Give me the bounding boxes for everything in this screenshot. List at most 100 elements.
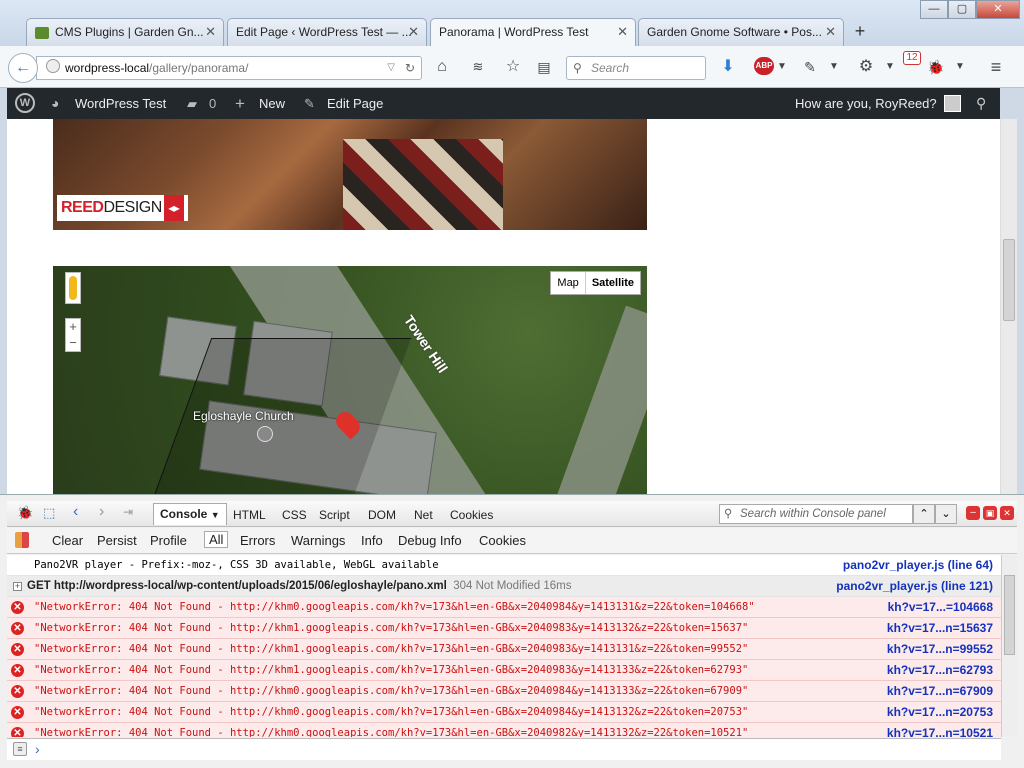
rss-feed-icon[interactable]: ≋ (468, 54, 488, 80)
back-icon[interactable]: ‹ (73, 503, 78, 521)
tab-html[interactable]: HTML (233, 507, 266, 523)
maximize-button[interactable]: ▢ (948, 0, 976, 19)
gear-icon[interactable]: ⚙ (856, 54, 876, 80)
close-tab-icon[interactable]: ✕ (205, 19, 216, 45)
edit-page-link[interactable]: Edit Page (327, 88, 383, 119)
reload-icon[interactable]: ↻ (405, 57, 415, 79)
source-link[interactable]: kh?v=17...n=10521 (887, 723, 993, 737)
source-link[interactable]: kh?v=17...n=62793 (887, 660, 993, 681)
pegman-icon[interactable] (65, 272, 81, 304)
url-bar[interactable]: wordpress-local/gallery/panorama/ ▽ ↻ (36, 56, 422, 80)
filter-debug-info[interactable]: Debug Info (398, 533, 462, 548)
command-line-input[interactable]: ≡ › (7, 738, 1001, 760)
console-search-input[interactable]: ⚲ Search within Console panel (719, 504, 913, 524)
firebug-icon[interactable]: 🐞 (926, 54, 946, 80)
profile-button[interactable]: Profile (150, 533, 187, 548)
chevron-down-icon[interactable]: ⌄ (935, 504, 957, 524)
close-tab-icon[interactable]: ✕ (617, 19, 628, 45)
tab-dom[interactable]: DOM (368, 507, 396, 523)
eyedropper-icon[interactable]: ✎ (800, 54, 820, 80)
clear-console-icon[interactable] (15, 532, 29, 548)
wordpress-logo-icon[interactable]: W (15, 93, 35, 113)
comment-count[interactable]: 0 (209, 88, 216, 119)
tab-garden-gnome[interactable]: Garden Gnome Software • Pos... ✕ (638, 18, 844, 46)
reading-list-icon[interactable]: ▤ (534, 54, 554, 80)
church-marker-icon[interactable] (257, 426, 273, 442)
tab-edit-page[interactable]: Edit Page ‹ WordPress Test — ... ✕ (227, 18, 427, 46)
source-link[interactable]: pano2vr_player.js (line 64) (843, 555, 993, 576)
filter-cookies[interactable]: Cookies (479, 533, 526, 548)
dropdown-arrow-icon[interactable]: ▽ (387, 57, 395, 79)
inspect-icon[interactable]: ⬚ (43, 505, 55, 521)
filter-info[interactable]: Info (361, 533, 383, 548)
chevron-down-icon[interactable]: ▼ (828, 54, 840, 80)
log-message: Pano2VR player - Prefix:-moz-, CSS 3D av… (34, 559, 439, 571)
zoom-out-button[interactable]: − (66, 335, 80, 351)
source-link[interactable]: kh?v=17...n=20753 (887, 702, 993, 723)
bookmark-star-icon[interactable]: ☆ (503, 54, 523, 80)
filter-warnings[interactable]: Warnings (291, 533, 345, 548)
new-content-link[interactable]: New (259, 88, 285, 119)
download-icon[interactable]: ⬇ (718, 54, 738, 80)
chevron-down-icon[interactable]: ▼ (776, 54, 788, 80)
map-type-control: Map Satellite (550, 271, 641, 295)
clear-button[interactable]: Clear (52, 533, 83, 548)
source-link[interactable]: kh?v=17...n=99552 (887, 639, 993, 660)
filter-all[interactable]: All (204, 531, 229, 548)
close-tab-icon[interactable]: ✕ (408, 19, 419, 45)
source-link[interactable]: kh?v=17...=104668 (888, 597, 993, 618)
source-link[interactable]: pano2vr_player.js (line 121) (836, 576, 993, 597)
filter-errors[interactable]: Errors (240, 533, 275, 548)
tab-console[interactable]: Console ▼ (153, 503, 227, 525)
console-scrollbar[interactable] (1001, 555, 1017, 737)
minimize-firebug-icon[interactable]: – (966, 506, 980, 520)
multiline-icon[interactable]: ⇥ (123, 505, 133, 519)
user-greeting[interactable]: How are you, RoyReed? (795, 88, 937, 119)
tab-net[interactable]: Net (414, 507, 433, 523)
command-editor-icon[interactable]: ≡ (13, 742, 27, 756)
search-input[interactable]: ⚲ Search (566, 56, 706, 80)
request-status: 304 Not Modified 16ms (453, 580, 572, 592)
new-tab-button[interactable]: + (848, 18, 872, 44)
source-link[interactable]: kh?v=17...n=67909 (887, 681, 993, 702)
avatar[interactable] (944, 95, 961, 112)
persist-button[interactable]: Persist (97, 533, 137, 548)
close-window-button[interactable]: ✕ (976, 0, 1020, 19)
tab-cms-plugins[interactable]: CMS Plugins | Garden Gn... ✕ (26, 18, 224, 46)
search-icon[interactable]: ⚲ (976, 88, 986, 119)
expand-icon[interactable]: + (13, 582, 22, 591)
google-map[interactable]: Tower Hill Egloshayle Church + − Map Sat… (53, 266, 647, 494)
tab-css[interactable]: CSS (282, 507, 307, 523)
log-row-error: ✕ "NetworkError: 404 Not Found - http://k… (7, 723, 1001, 737)
minimize-button[interactable]: — (920, 0, 948, 19)
tab-panorama[interactable]: Panorama | WordPress Test ✕ (430, 18, 636, 47)
home-icon[interactable]: ⌂ (432, 54, 452, 80)
site-name-link[interactable]: WordPress Test (75, 88, 166, 119)
source-link[interactable]: kh?v=17...n=15637 (887, 618, 993, 639)
log-row-get[interactable]: + GET http://wordpress-local/wp-content/… (7, 576, 1001, 597)
logo-design-text: DESIGN (103, 199, 162, 216)
forward-icon[interactable]: › (99, 503, 104, 521)
map-button[interactable]: Map (551, 272, 584, 294)
satellite-button[interactable]: Satellite (584, 272, 640, 294)
menu-icon[interactable]: ≡ (984, 54, 1008, 80)
close-firebug-icon[interactable]: ✕ (1000, 506, 1014, 520)
tab-label: Edit Page ‹ WordPress Test — ... (236, 25, 412, 39)
scrollbar-thumb[interactable] (1003, 239, 1015, 321)
chevron-up-icon[interactable]: ⌃ (913, 504, 935, 524)
scrollbar-thumb[interactable] (1004, 575, 1015, 655)
firebug-icon[interactable]: 🐞 (17, 505, 33, 521)
back-button[interactable]: ← (8, 53, 38, 83)
panorama-image[interactable]: REEDDESIGN ◂▸ (53, 119, 647, 230)
tab-script[interactable]: Script (319, 507, 350, 523)
chevron-down-icon[interactable]: ▼ (884, 54, 896, 80)
page-scrollbar[interactable] (1000, 119, 1017, 494)
close-tab-icon[interactable]: ✕ (825, 19, 836, 45)
firebug-toolbar: 🐞 ⬚ ‹ › ⇥ Console ▼ HTML CSS Script DOM … (7, 501, 1017, 527)
chevron-down-icon[interactable]: ▼ (954, 54, 966, 80)
detach-firebug-icon[interactable]: ▣ (983, 506, 997, 520)
notification-badge[interactable]: 12 (903, 51, 921, 65)
zoom-in-button[interactable]: + (66, 319, 80, 335)
adblock-icon[interactable]: ABP (754, 57, 774, 75)
tab-cookies[interactable]: Cookies (450, 507, 493, 523)
